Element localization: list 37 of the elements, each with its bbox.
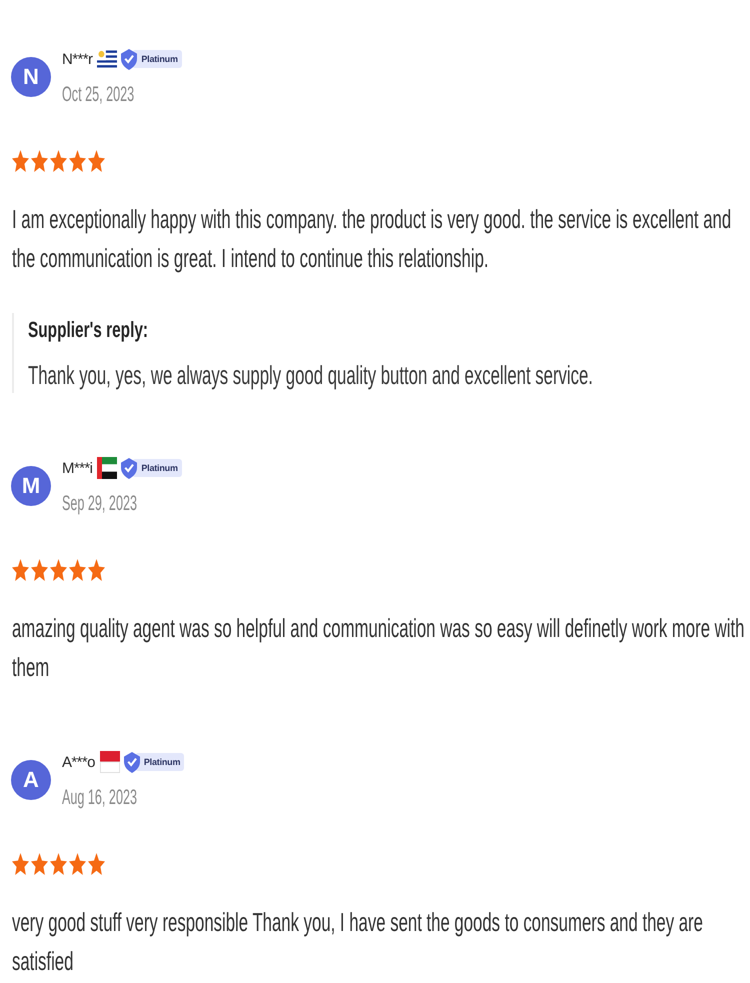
review-text: amazing quality agent was so helpful and communication was so easy will definetly work more with them xyxy=(12,612,746,684)
review-text: I am exceptionally happy with this company. the product is very good. the service is excellent and the communication is great. I intend to continue this relationship. xyxy=(12,203,732,275)
reviewer-name: N***r xyxy=(62,50,92,68)
star-icon xyxy=(69,853,86,875)
reply-heading: Supplier's reply: xyxy=(28,316,148,344)
review-text: very good stuff very responsible Thank you, I have sent the goods to consumers and they are satisfied xyxy=(12,906,704,978)
reviewer-name: A***o xyxy=(62,754,95,770)
star-icon xyxy=(50,853,67,875)
verified-shield-icon xyxy=(121,48,138,70)
membership-tag: Platinum xyxy=(132,459,182,477)
star-icon xyxy=(12,559,29,581)
star-icon xyxy=(31,150,48,172)
flag-icon xyxy=(97,48,118,70)
star-icon xyxy=(50,559,67,581)
star-icon xyxy=(50,150,67,172)
star-icon xyxy=(69,150,86,172)
star-icon xyxy=(88,150,105,172)
star-icon xyxy=(69,559,86,581)
verified-shield-icon xyxy=(121,458,138,478)
avatar: M xyxy=(11,466,51,506)
avatar: A xyxy=(11,760,51,800)
review-date: Oct 25, 2023 xyxy=(62,84,134,106)
star-icon xyxy=(88,853,105,875)
flag-icon xyxy=(100,751,120,773)
membership-tag: Platinum xyxy=(132,50,182,68)
flag-icon xyxy=(97,457,118,479)
verified-shield-icon xyxy=(124,752,140,772)
review-date: Sep 29, 2023 xyxy=(62,493,137,515)
star-icon xyxy=(31,853,48,875)
reply-text: Thank you, yes, we always supply good quality button and excellent service. xyxy=(28,359,593,392)
reviewer-name: M***i xyxy=(62,460,92,476)
star-icon xyxy=(12,150,29,172)
review-date: Aug 16, 2023 xyxy=(62,787,137,809)
star-icon xyxy=(12,853,29,875)
star-icon xyxy=(88,559,105,581)
star-icon xyxy=(31,559,48,581)
avatar: N xyxy=(11,57,51,97)
